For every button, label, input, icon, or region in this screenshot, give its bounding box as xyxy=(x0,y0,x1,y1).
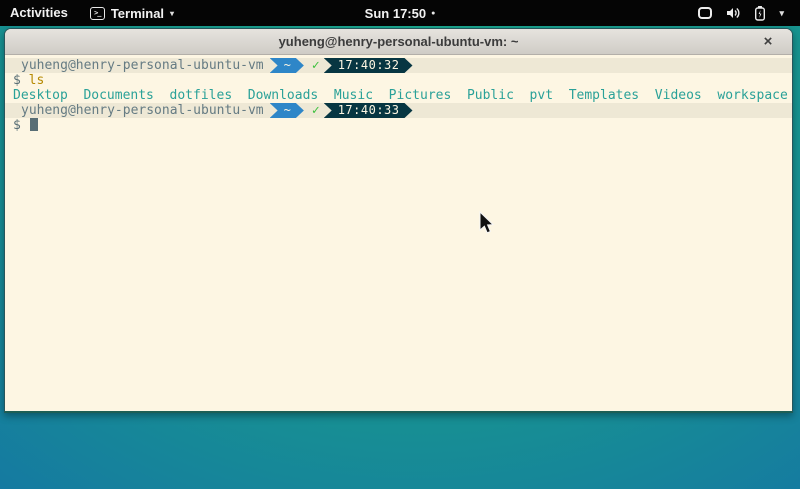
terminal-icon: >_ xyxy=(90,7,105,20)
typed-command: ls xyxy=(29,73,45,88)
shell-prompt-symbol: $ xyxy=(13,73,21,88)
window-title: yuheng@henry-personal-ubuntu-vm: ~ xyxy=(279,34,519,49)
prompt-status-check-icon: ✓ xyxy=(312,103,320,118)
app-menu-label: Terminal xyxy=(111,6,164,21)
prompt-user: yuheng@henry-personal-ubuntu-vm xyxy=(13,103,264,118)
prompt-line-1: yuheng@henry-personal-ubuntu-vm ~ ✓ 17:4… xyxy=(5,58,792,73)
command-line-ls: $ ls xyxy=(5,73,792,88)
notification-dot-icon: ● xyxy=(431,10,435,17)
prompt-line-2: yuheng@henry-personal-ubuntu-vm ~ ✓ 17:4… xyxy=(5,103,792,118)
gnome-top-bar: Activities >_ Terminal ▾ Sun 17:50 ● ▾ xyxy=(0,0,800,26)
system-status-area[interactable]: ▾ xyxy=(698,5,800,21)
window-titlebar[interactable]: yuheng@henry-personal-ubuntu-vm: ~ × xyxy=(5,29,792,55)
mouse-pointer-icon xyxy=(479,211,497,237)
text-cursor xyxy=(30,118,38,131)
prompt-user: yuheng@henry-personal-ubuntu-vm xyxy=(13,58,264,73)
prompt-cwd-segment: ~ xyxy=(270,58,304,73)
volume-icon xyxy=(725,5,741,21)
shell-prompt-symbol: $ xyxy=(13,118,21,133)
prompt-cwd-segment: ~ xyxy=(270,103,304,118)
terminal-window: yuheng@henry-personal-ubuntu-vm: ~ × yuh… xyxy=(4,28,793,413)
chevron-down-icon: ▾ xyxy=(170,9,174,18)
prompt-status-check-icon: ✓ xyxy=(312,58,320,73)
activities-button[interactable]: Activities xyxy=(0,0,80,26)
app-menu-terminal[interactable]: >_ Terminal ▾ xyxy=(80,0,184,26)
prompt-time-segment: 17:40:33 xyxy=(324,103,413,118)
current-input-line[interactable]: $ xyxy=(5,118,792,133)
close-icon[interactable]: × xyxy=(758,32,778,52)
terminal-content[interactable]: yuheng@henry-personal-ubuntu-vm ~ ✓ 17:4… xyxy=(5,55,792,411)
screen-share-icon xyxy=(698,7,712,19)
clock[interactable]: Sun 17:50 xyxy=(365,6,426,21)
prompt-time-segment: 17:40:32 xyxy=(324,58,413,73)
battery-charging-icon xyxy=(754,5,766,21)
ls-output-line: Desktop Documents dotfiles Downloads Mus… xyxy=(5,88,792,103)
system-menu-caret-icon: ▾ xyxy=(779,8,784,19)
